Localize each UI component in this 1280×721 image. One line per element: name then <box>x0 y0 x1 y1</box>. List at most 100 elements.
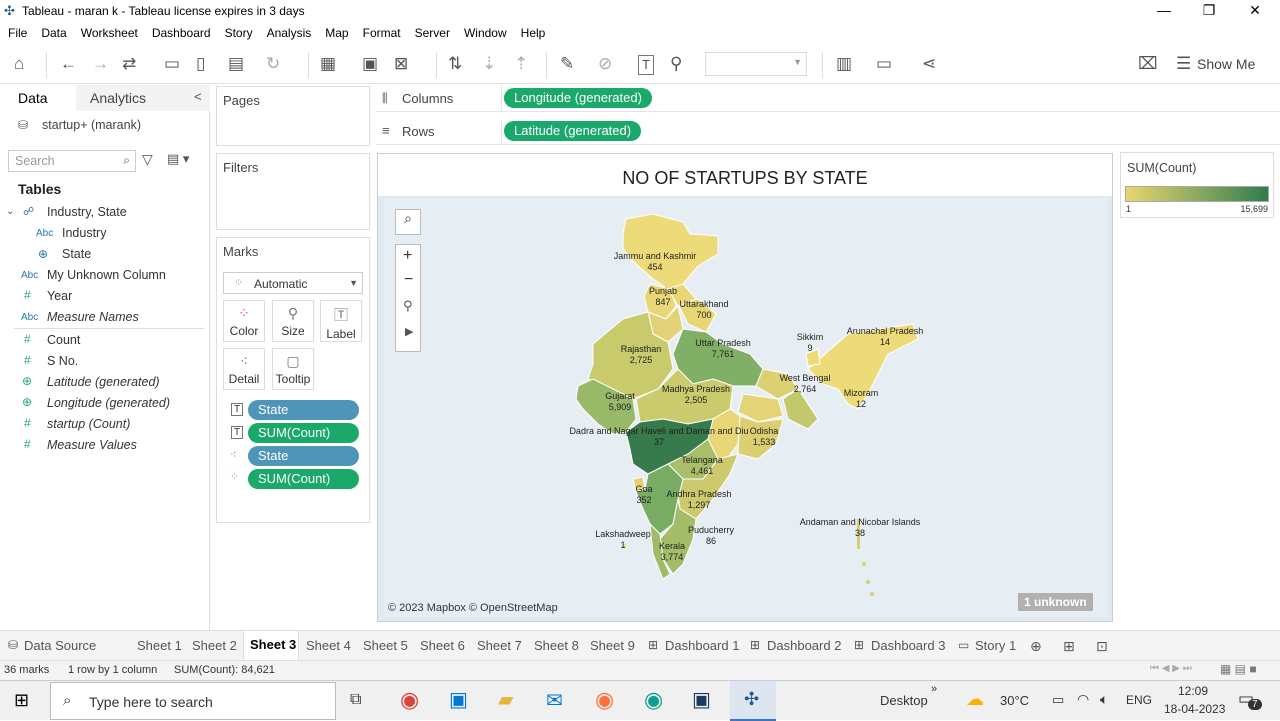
new-sheet-icon[interactable]: ⊕ <box>1030 638 1042 655</box>
menu-help[interactable]: Help <box>521 22 546 40</box>
show-cards-icon[interactable]: ▥ <box>836 55 852 73</box>
tab-sheet-3-active[interactable]: Sheet 3 <box>243 631 299 661</box>
new-worksheet-icon[interactable]: ▦ <box>320 55 336 73</box>
field-s-no[interactable]: S No. <box>47 354 78 368</box>
field-state[interactable]: State <box>62 247 91 261</box>
detail-button[interactable]: ⁖ Detail <box>223 348 265 390</box>
sort-asc-icon[interactable]: ⇣ <box>482 55 496 73</box>
filters-card[interactable]: Filters <box>216 153 370 230</box>
duplicate-icon[interactable]: ▣ <box>362 55 378 73</box>
view-toggle-icon[interactable]: ▦ ▤ ■ <box>1220 662 1257 676</box>
label-button[interactable]: 🅃 Label <box>320 300 362 342</box>
field-count[interactable]: Count <box>47 333 80 347</box>
tab-data-source[interactable]: Data Source <box>24 638 96 653</box>
pin-icon[interactable]: ⚲ <box>670 55 682 73</box>
menu-analysis[interactable]: Analysis <box>267 22 312 40</box>
edge-icon[interactable]: ◉ <box>644 687 663 713</box>
field-unknown-column[interactable]: My Unknown Column <box>47 268 166 282</box>
show-labels-icon[interactable]: T <box>638 55 654 75</box>
store-icon[interactable]: ▣ <box>449 687 468 712</box>
taskbar-search[interactable]: ⌕ Type here to search <box>50 682 336 720</box>
close-button[interactable]: ✕ <box>1245 2 1265 19</box>
home-icon[interactable]: ⌂ <box>14 55 24 73</box>
color-button[interactable]: ⁘ Color <box>223 300 265 342</box>
tab-dashboard-2[interactable]: Dashboard 2 <box>767 638 841 653</box>
fit-dropdown[interactable]: ▼ <box>705 52 807 76</box>
field-year[interactable]: Year <box>47 289 72 303</box>
tab-sheet-9[interactable]: Sheet 9 <box>590 638 635 653</box>
tab-sheet-7[interactable]: Sheet 7 <box>477 638 522 653</box>
tab-sheet-8[interactable]: Sheet 8 <box>534 638 579 653</box>
minimize-button[interactable]: — <box>1154 2 1174 18</box>
share-icon[interactable]: ⋖ <box>922 55 936 73</box>
vscode-icon[interactable]: ▣ <box>692 687 711 712</box>
filter-icon[interactable]: ▽ <box>142 151 153 168</box>
india-map[interactable]: Jammu and Kashmir454 Punjab847 Uttarakhand… <box>378 154 1112 621</box>
menu-format[interactable]: Format <box>363 22 401 40</box>
menu-data[interactable]: Data <box>41 22 66 40</box>
group-icon[interactable]: ⊘ <box>598 55 612 73</box>
pages-card[interactable]: Pages <box>216 86 370 146</box>
language-indicator[interactable]: ENG <box>1126 693 1152 707</box>
view-options-icon[interactable]: ▤ ▾ <box>167 151 189 167</box>
field-latitude[interactable]: Latitude (generated) <box>47 375 160 389</box>
highlight-icon[interactable]: ✎ <box>560 55 574 73</box>
tab-analytics[interactable]: Analytics < <box>76 85 210 111</box>
mark-pill-state-detail[interactable]: State <box>248 446 359 466</box>
tab-sheet-6[interactable]: Sheet 6 <box>420 638 465 653</box>
menu-worksheet[interactable]: Worksheet <box>81 22 138 40</box>
new-datasource-icon[interactable]: ▯ <box>196 55 205 73</box>
undo-icon[interactable]: ← <box>60 55 77 73</box>
tab-sheet-5[interactable]: Sheet 5 <box>363 638 408 653</box>
maximize-button[interactable]: ❐ <box>1199 2 1219 19</box>
tab-sheet-2[interactable]: Sheet 2 <box>192 638 237 653</box>
mark-type-dropdown[interactable]: ⁘ Automatic ▼ <box>223 272 363 294</box>
task-view-icon[interactable]: ⧉ <box>350 691 361 709</box>
columns-pill[interactable]: Longitude (generated) <box>504 88 652 108</box>
mark-pill-state-label[interactable]: State <box>248 400 359 420</box>
tab-dashboard-1[interactable]: Dashboard 1 <box>665 638 739 653</box>
datasource-name[interactable]: startup+ (marank) <box>42 118 141 132</box>
swap-icon[interactable]: ⇅ <box>448 55 462 73</box>
menu-window[interactable]: Window <box>464 22 507 40</box>
columns-shelf[interactable]: ⫼ Columns Longitude (generated) <box>376 86 1280 112</box>
rows-shelf[interactable]: ≡ Rows Latitude (generated) <box>376 119 1280 145</box>
replay-icon[interactable]: ⇄ <box>122 55 136 73</box>
collapse-pane-icon[interactable]: < <box>194 89 202 104</box>
file-explorer-icon[interactable]: ▰ <box>498 687 513 712</box>
color-legend[interactable]: SUM(Count) 1 15,699 <box>1120 152 1274 218</box>
battery-icon[interactable]: ▭ <box>1052 692 1064 708</box>
menu-server[interactable]: Server <box>415 22 450 40</box>
menu-story[interactable]: Story <box>225 22 253 40</box>
save-icon[interactable]: ▭ <box>164 55 180 73</box>
refresh-icon[interactable]: ↻ <box>266 55 280 73</box>
desktop-label[interactable]: Desktop <box>880 693 928 708</box>
show-me-icon[interactable]: ☰ <box>1176 55 1191 73</box>
volume-icon[interactable]: 🔈︎ <box>1100 691 1108 708</box>
field-longitude[interactable]: Longitude (generated) <box>47 396 170 410</box>
menu-file[interactable]: File <box>8 22 27 40</box>
new-dashboard-icon[interactable]: ⊞ <box>1063 638 1075 655</box>
field-industry[interactable]: Industry <box>62 226 106 240</box>
sort-desc-icon[interactable]: ⇡ <box>514 55 528 73</box>
tab-sheet-4[interactable]: Sheet 4 <box>306 638 351 653</box>
clock-date[interactable]: 18-04-2023 <box>1164 702 1225 716</box>
map-view[interactable]: NO OF STARTUPS BY STATE ⌕ + − ⚲ ▶ Jammu … <box>377 153 1113 622</box>
field-measure-values[interactable]: Measure Values <box>47 438 137 452</box>
sheet-navigation-icon[interactable]: ⏮ ◀ ▶ ⏭ <box>1150 663 1192 674</box>
windows-start-icon[interactable]: ⊞ <box>14 690 29 711</box>
size-button[interactable]: ⚲ Size <box>272 300 314 342</box>
mail-icon[interactable]: ✉ <box>546 688 563 713</box>
clear-sheet-icon[interactable]: ⊠ <box>394 55 408 73</box>
new-story-icon[interactable]: ⊡ <box>1096 638 1108 655</box>
expand-icon[interactable]: ⌄ <box>6 206 14 217</box>
presentation-icon[interactable]: ▭ <box>876 55 892 73</box>
redo-icon[interactable]: → <box>92 55 109 73</box>
field-startup-count[interactable]: startup (Count) <box>47 417 130 431</box>
chevron-up-icon[interactable]: » <box>931 683 937 695</box>
menu-map[interactable]: Map <box>325 22 348 40</box>
ask-data-icon[interactable]: ⌧ <box>1138 55 1158 73</box>
wifi-icon[interactable]: ◠ <box>1077 691 1089 708</box>
tab-data[interactable]: Data <box>0 85 76 111</box>
tab-story-1[interactable]: Story 1 <box>975 638 1016 653</box>
